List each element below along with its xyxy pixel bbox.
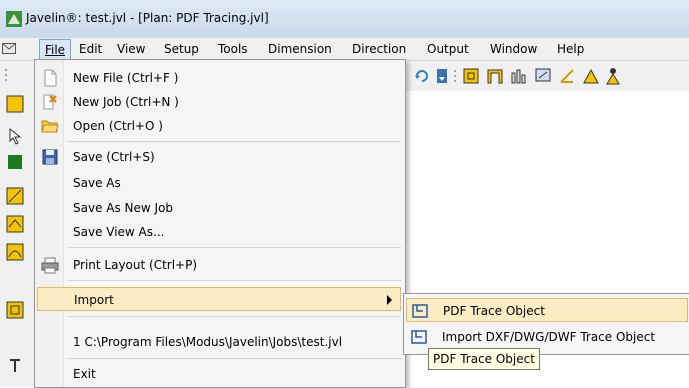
bars-tool-icon[interactable]	[510, 67, 528, 85]
pdf-trace-icon	[412, 304, 428, 318]
menu-item-save-as[interactable]: Save As	[37, 171, 401, 195]
menu-item-label: Import	[74, 293, 114, 307]
javelin-app-icon	[6, 11, 22, 27]
menu-item-label: Open (Ctrl+O )	[73, 119, 163, 133]
save-disk-icon	[42, 149, 58, 165]
menu-item-save-as-new-job[interactable]: Save As New Job	[37, 196, 401, 220]
title-bar: Javelin®: test.jvl - [Plan: PDF Tracing.…	[0, 0, 689, 38]
menu-separator	[67, 280, 401, 281]
toolbar-grip-icon	[5, 69, 7, 81]
submenu-item-label: Import DXF/DWG/DWF Trace Object	[442, 330, 656, 344]
menu-item-new-job[interactable]: New Job (Ctrl+N )	[37, 90, 401, 114]
menu-dimension[interactable]: Dimension	[268, 41, 332, 57]
menu-setup[interactable]: Setup	[164, 41, 199, 57]
file-menu-dropdown: New File (Ctrl+F ) New Job (Ctrl+N ) Ope…	[34, 59, 406, 388]
polyline-tool-icon[interactable]	[6, 215, 24, 233]
new-job-icon	[43, 94, 57, 110]
menu-separator	[67, 141, 401, 142]
text-tool-icon[interactable]	[6, 357, 24, 375]
menu-item-label: Exit	[73, 367, 96, 381]
menu-item-label: 1 C:\Program Files\Modus\Javelin\Jobs\te…	[73, 335, 343, 349]
tooltip: PDF Trace Object	[428, 348, 540, 370]
menu-item-save-view-as[interactable]: Save View As...	[37, 220, 401, 244]
menu-item-label: Save As	[73, 176, 121, 190]
menu-item-label: New Job (Ctrl+N )	[73, 95, 179, 109]
menu-item-open[interactable]: Open (Ctrl+O )	[37, 114, 401, 138]
menu-separator	[67, 316, 401, 317]
menu-tools[interactable]: Tools	[218, 41, 248, 57]
import-submenu: PDF Trace Object Import DXF/DWG/DWF Trac…	[403, 293, 689, 355]
menu-edit[interactable]: Edit	[79, 41, 102, 57]
line-tool-icon[interactable]	[6, 187, 24, 205]
select-tool-icon[interactable]	[6, 95, 24, 113]
menu-window[interactable]: Window	[490, 41, 537, 57]
dxf-trace-icon	[411, 330, 427, 344]
submenu-item-pdf-trace[interactable]: PDF Trace Object	[406, 298, 688, 322]
pointer-tool-icon[interactable]	[6, 127, 24, 145]
new-file-icon	[44, 69, 57, 87]
angle-tool-icon[interactable]	[558, 67, 576, 85]
window-title: Javelin®: test.jvl - [Plan: PDF Tracing.…	[26, 11, 269, 25]
submenu-item-label: PDF Trace Object	[443, 304, 545, 318]
menu-item-label: Save (Ctrl+S)	[73, 150, 155, 164]
menu-view[interactable]: View	[117, 41, 145, 57]
menu-output[interactable]: Output	[427, 41, 469, 57]
polygon-tool-icon[interactable]	[462, 67, 480, 85]
node-tool-icon[interactable]	[6, 153, 24, 171]
left-toolbar	[0, 91, 37, 387]
menu-item-label: Save View As...	[73, 225, 165, 239]
menu-file-label: File	[44, 43, 66, 57]
envelope-icon[interactable]	[2, 42, 16, 55]
menu-item-print-layout[interactable]: Print Layout (Ctrl+P)	[37, 253, 401, 277]
box-tool-icon[interactable]	[6, 301, 24, 319]
menu-item-save[interactable]: Save (Ctrl+S)	[37, 145, 401, 169]
menu-item-label: Save As New Job	[73, 201, 174, 215]
printer-icon	[41, 257, 59, 274]
menu-item-new-file[interactable]: New File (Ctrl+F )	[37, 66, 401, 90]
frame-tool-icon[interactable]	[534, 67, 552, 85]
submenu-arrow-icon	[387, 295, 392, 305]
submenu-item-dxf-trace[interactable]: Import DXF/DWG/DWF Trace Object	[406, 325, 688, 349]
menu-item-label: Print Layout (Ctrl+P)	[73, 258, 198, 272]
menu-bar: File Edit View Setup Tools Dimension Dir…	[0, 38, 689, 61]
menu-help[interactable]: Help	[557, 41, 584, 57]
person-tool-icon[interactable]	[604, 67, 622, 85]
arch-tool-icon[interactable]	[486, 67, 504, 85]
menu-item-exit[interactable]: Exit	[37, 362, 401, 386]
menu-separator	[67, 358, 401, 359]
toolbar-separator-icon	[454, 70, 456, 82]
triangle-tool-icon[interactable]	[582, 67, 600, 85]
menu-separator	[67, 247, 401, 248]
refresh-icon[interactable]	[413, 67, 431, 85]
open-folder-icon	[41, 120, 59, 133]
menu-file[interactable]: File	[39, 39, 71, 61]
menu-item-label: New File (Ctrl+F )	[73, 71, 179, 85]
arc-tool-icon[interactable]	[6, 243, 24, 261]
menu-direction[interactable]: Direction	[352, 41, 406, 57]
menu-item-recent-file[interactable]: 1 C:\Program Files\Modus\Javelin\Jobs\te…	[37, 330, 401, 354]
menu-item-import[interactable]: Import	[37, 287, 401, 311]
dropdown-arrow-icon[interactable]	[437, 67, 447, 85]
